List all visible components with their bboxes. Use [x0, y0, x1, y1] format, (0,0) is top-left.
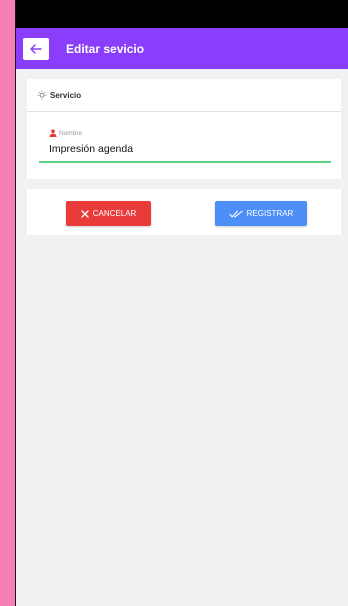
cancel-button[interactable]: CANCELAR [66, 201, 151, 226]
field-label-text: Nombre [59, 129, 83, 137]
phone-screen: Editar sevicio Servicio Nombre Impresión… [15, 0, 348, 606]
lightbulb-icon [37, 90, 47, 100]
app-bar: Editar sevicio [16, 28, 348, 69]
service-card: Servicio Nombre Impresión agenda [27, 79, 341, 179]
card-header: Servicio [27, 79, 341, 112]
register-label: REGISTRAR [246, 209, 294, 218]
page-title: Editar sevicio [66, 41, 145, 56]
person-icon [49, 129, 57, 137]
close-icon [81, 209, 89, 218]
back-button[interactable] [23, 37, 49, 60]
card-header-label: Servicio [50, 90, 82, 100]
register-button[interactable]: REGISTRAR [215, 201, 307, 226]
double-check-icon [228, 210, 243, 218]
actions-card: CANCELAR REGISTRAR [27, 189, 341, 235]
cancel-label: CANCELAR [92, 209, 137, 218]
name-input[interactable]: Impresión agenda [49, 143, 331, 155]
status-bar [16, 0, 348, 28]
field-label: Nombre [49, 129, 331, 137]
arrow-left-icon [30, 43, 42, 54]
field-underline [39, 161, 331, 163]
name-field[interactable]: Nombre Impresión agenda [39, 129, 331, 163]
